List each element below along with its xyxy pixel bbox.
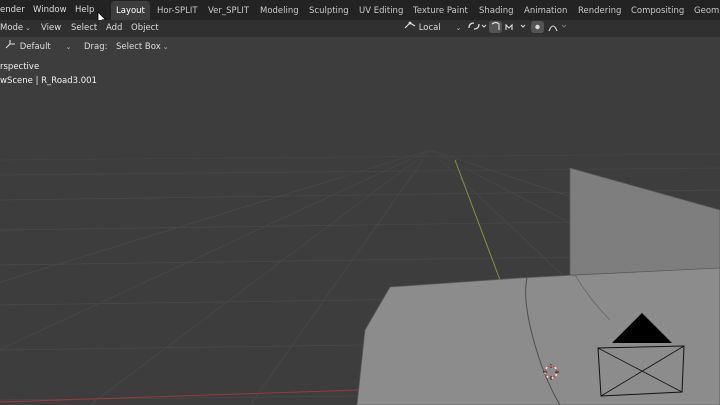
- 3d-viewport[interactable]: rspective wScene | R_Road3.001: [0, 57, 720, 405]
- chevron-down-icon: ⌄: [162, 43, 169, 51]
- menu-add[interactable]: Add: [106, 20, 122, 37]
- chevron-down-icon: ⌄: [455, 24, 462, 32]
- top-bar: ender Window Help Layout Hor-SPLIT Ver_S…: [0, 0, 720, 26]
- orientation-icon: [5, 40, 15, 49]
- tab-uv-editing[interactable]: UV Editing: [354, 1, 408, 20]
- transform-orientation-label: Local: [418, 23, 441, 33]
- chevron-down-icon: ⌄: [25, 24, 32, 32]
- viewport-scene: [0, 57, 720, 405]
- menu-window[interactable]: Window: [33, 0, 67, 20]
- tab-hor-split[interactable]: Hor-SPLIT: [152, 1, 203, 20]
- tab-texture-paint[interactable]: Texture Paint: [408, 1, 473, 20]
- tab-ver-split[interactable]: Ver_SPLIT: [203, 1, 254, 20]
- proportional-editing-icon: [531, 21, 567, 33]
- menu-select[interactable]: Select: [71, 20, 97, 37]
- tab-rendering[interactable]: Rendering: [573, 1, 626, 20]
- transform-orientation-dropdown[interactable]: Local ⌄: [404, 20, 461, 37]
- tab-sculpting[interactable]: Sculpting: [304, 1, 354, 20]
- tab-geometry-nodes[interactable]: Geom: [689, 1, 720, 20]
- menu-object[interactable]: Object: [131, 20, 159, 37]
- orientation-dropdown[interactable]: Default ⌄: [5, 37, 71, 57]
- tab-layout[interactable]: Layout: [111, 1, 150, 20]
- collection-info: wScene | R_Road3.001: [0, 76, 97, 86]
- mode-dropdown[interactable]: Mode ⌄: [0, 20, 31, 37]
- orientation-label: Default: [19, 42, 51, 52]
- menu-help[interactable]: Help: [75, 0, 94, 20]
- snap-icon: [489, 21, 526, 33]
- drag-dropdown[interactable]: Select Box ⌄: [116, 37, 169, 57]
- mode-label: Mode: [0, 23, 24, 33]
- tab-shading[interactable]: Shading: [474, 1, 519, 20]
- link-icon: [468, 22, 487, 30]
- tool-settings-bar: Default ⌄ Drag: Select Box ⌄: [0, 37, 720, 57]
- transform-orientation-icon: [404, 21, 416, 29]
- chevron-down-icon: ⌄: [65, 43, 72, 51]
- menu-view[interactable]: View: [41, 20, 61, 37]
- tab-compositing[interactable]: Compositing: [626, 1, 689, 20]
- drag-value: Select Box: [116, 42, 161, 52]
- drag-label: Drag:: [84, 42, 108, 52]
- tab-modeling[interactable]: Modeling: [255, 1, 304, 20]
- tab-animation[interactable]: Animation: [519, 1, 572, 20]
- viewport-header: Mode ⌄ View Select Add Object Local ⌄: [0, 20, 720, 37]
- menu-render[interactable]: ender: [0, 0, 25, 20]
- view-name: rspective: [0, 62, 40, 72]
